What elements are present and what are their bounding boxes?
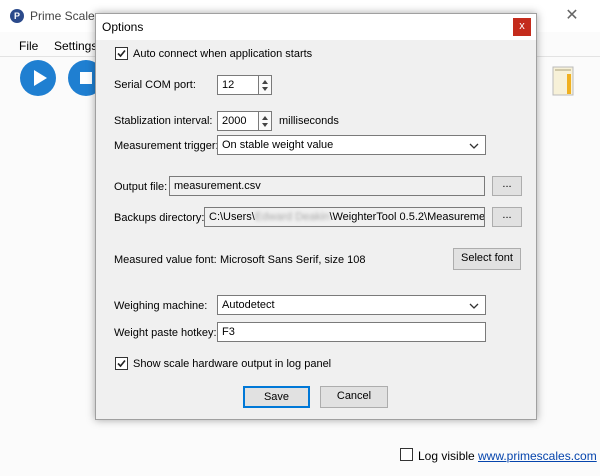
cancel-button[interactable]: Cancel <box>320 386 388 408</box>
play-button[interactable] <box>20 60 56 96</box>
dialog-close-button[interactable]: x <box>513 18 531 36</box>
show-output-checkbox[interactable] <box>115 357 128 370</box>
auto-connect-checkbox[interactable] <box>115 47 128 60</box>
options-dialog: Options x Auto connect when application … <box>95 13 537 420</box>
trigger-selected-value: On stable weight value <box>222 139 334 151</box>
font-value: Microsoft Sans Serif, size 108 <box>220 254 366 266</box>
backups-path-suffix: \WeighterTool 0.5.2\Measurement <box>329 211 485 223</box>
backups-label: Backups directory: <box>114 212 205 224</box>
stabilization-input[interactable]: 2000 <box>217 111 259 131</box>
dialog-titlebar <box>96 14 536 40</box>
backups-browse-button[interactable]: ... <box>492 207 522 227</box>
output-file-browse-button[interactable]: ... <box>492 176 522 196</box>
trigger-select[interactable]: On stable weight value <box>217 135 486 155</box>
hotkey-input[interactable]: F3 <box>217 322 486 342</box>
document-icon <box>552 66 574 96</box>
dialog-title: Options <box>102 20 144 34</box>
serial-port-label: Serial COM port: <box>114 79 196 91</box>
backups-path-redacted: Edward Deakin <box>254 211 330 223</box>
machine-selected-value: Autodetect <box>222 299 275 311</box>
spin-up-icon <box>262 116 268 120</box>
checkmark-icon <box>117 49 126 58</box>
menu-file[interactable]: File <box>19 39 38 53</box>
stabilization-spinner[interactable] <box>258 111 272 131</box>
chevron-down-icon <box>469 303 479 309</box>
spin-down-icon <box>262 87 268 91</box>
trigger-label: Measurement trigger: <box>114 140 219 152</box>
hotkey-label: Weight paste hotkey: <box>114 327 217 339</box>
spin-down-icon <box>262 123 268 127</box>
serial-port-input[interactable]: 12 <box>217 75 259 95</box>
menu-settings[interactable]: Settings <box>54 39 97 53</box>
font-label: Measured value font: <box>114 254 217 266</box>
spin-up-icon <box>262 80 268 84</box>
auto-connect-label: Auto connect when application starts <box>133 48 313 60</box>
select-font-button[interactable]: Select font <box>453 248 521 270</box>
serial-port-spinner[interactable] <box>258 75 272 95</box>
play-icon <box>34 70 47 86</box>
chevron-down-icon <box>469 143 479 149</box>
show-output-label: Show scale hardware output in log panel <box>133 358 332 370</box>
log-visible-checkbox[interactable] <box>400 448 413 461</box>
machine-label: Weighing machine: <box>114 300 208 312</box>
website-link[interactable]: www.primescales.com <box>478 449 597 463</box>
checkmark-icon <box>117 359 126 368</box>
save-button[interactable]: Save <box>243 386 310 408</box>
log-visible-label: Log visible <box>418 449 475 463</box>
main-close-button[interactable]: ✕ <box>560 6 584 26</box>
backups-input[interactable]: C:\Users\Edward Deakin\WeighterTool 0.5.… <box>204 207 485 227</box>
main-window-title: Prime Scales <box>30 9 101 23</box>
machine-select[interactable]: Autodetect <box>217 295 486 315</box>
document-button[interactable] <box>552 66 574 96</box>
stabilization-label: Stablization interval: <box>114 115 213 127</box>
output-file-label: Output file: <box>114 181 168 193</box>
app-logo-icon: P <box>10 9 24 23</box>
output-file-input[interactable]: measurement.csv <box>169 176 485 196</box>
stabilization-unit: milliseconds <box>279 115 339 127</box>
backups-path-prefix: C:\Users\ <box>209 211 255 223</box>
